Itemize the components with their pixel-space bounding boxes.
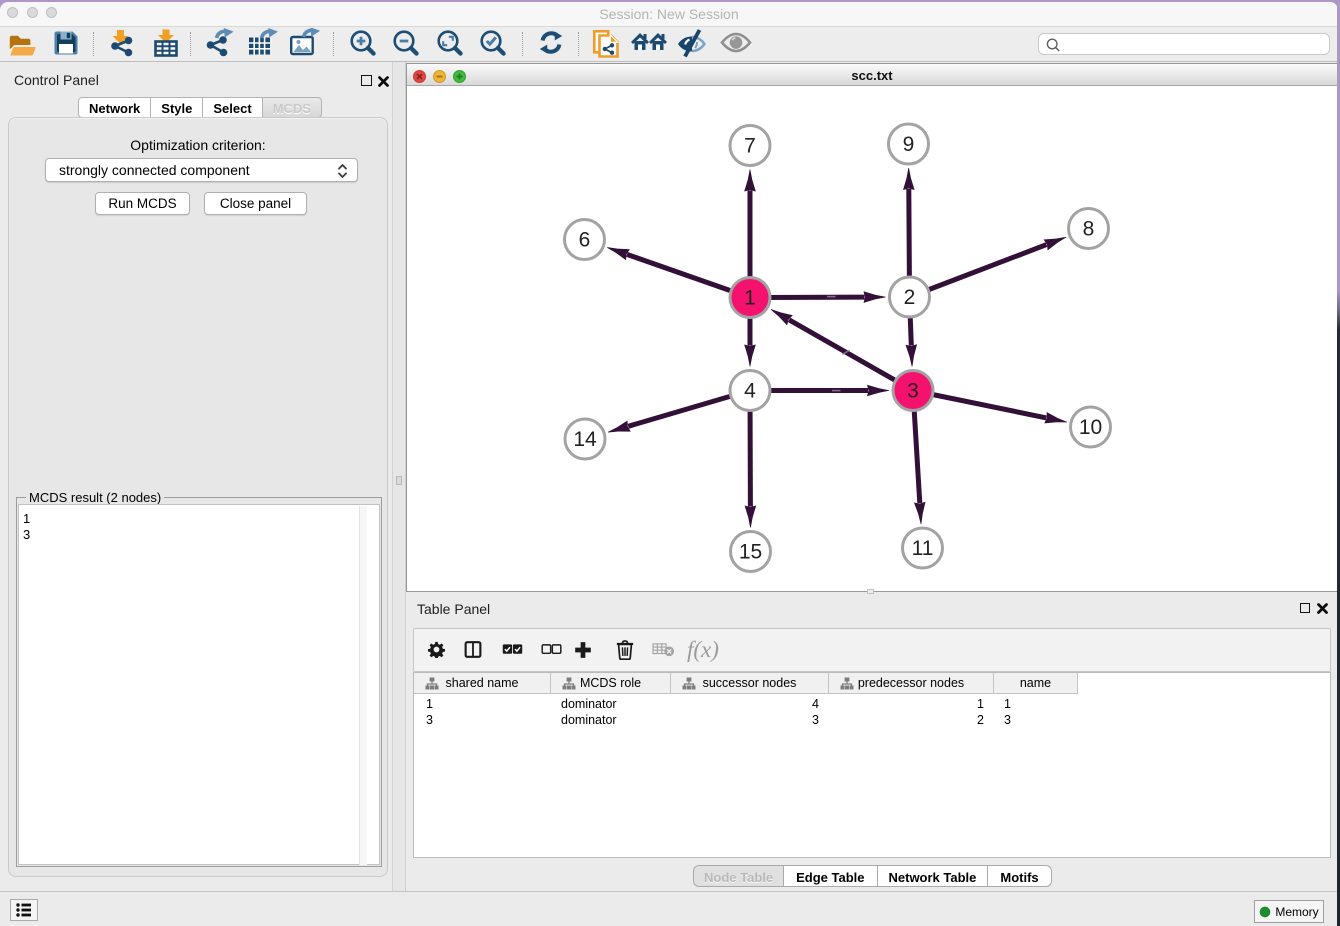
svg-text:8: 8: [1083, 218, 1095, 241]
svg-text:15: 15: [739, 541, 762, 564]
svg-text:1: 1: [744, 287, 756, 310]
svg-text:10: 10: [1079, 416, 1102, 439]
svg-text:3: 3: [907, 380, 919, 403]
svg-text:14: 14: [573, 428, 597, 451]
svg-text:4: 4: [744, 380, 756, 403]
svg-text:9: 9: [903, 133, 915, 156]
svg-text:11: 11: [912, 537, 934, 560]
svg-text:7: 7: [744, 135, 756, 158]
svg-text:2: 2: [904, 286, 916, 309]
svg-text:6: 6: [579, 229, 591, 252]
